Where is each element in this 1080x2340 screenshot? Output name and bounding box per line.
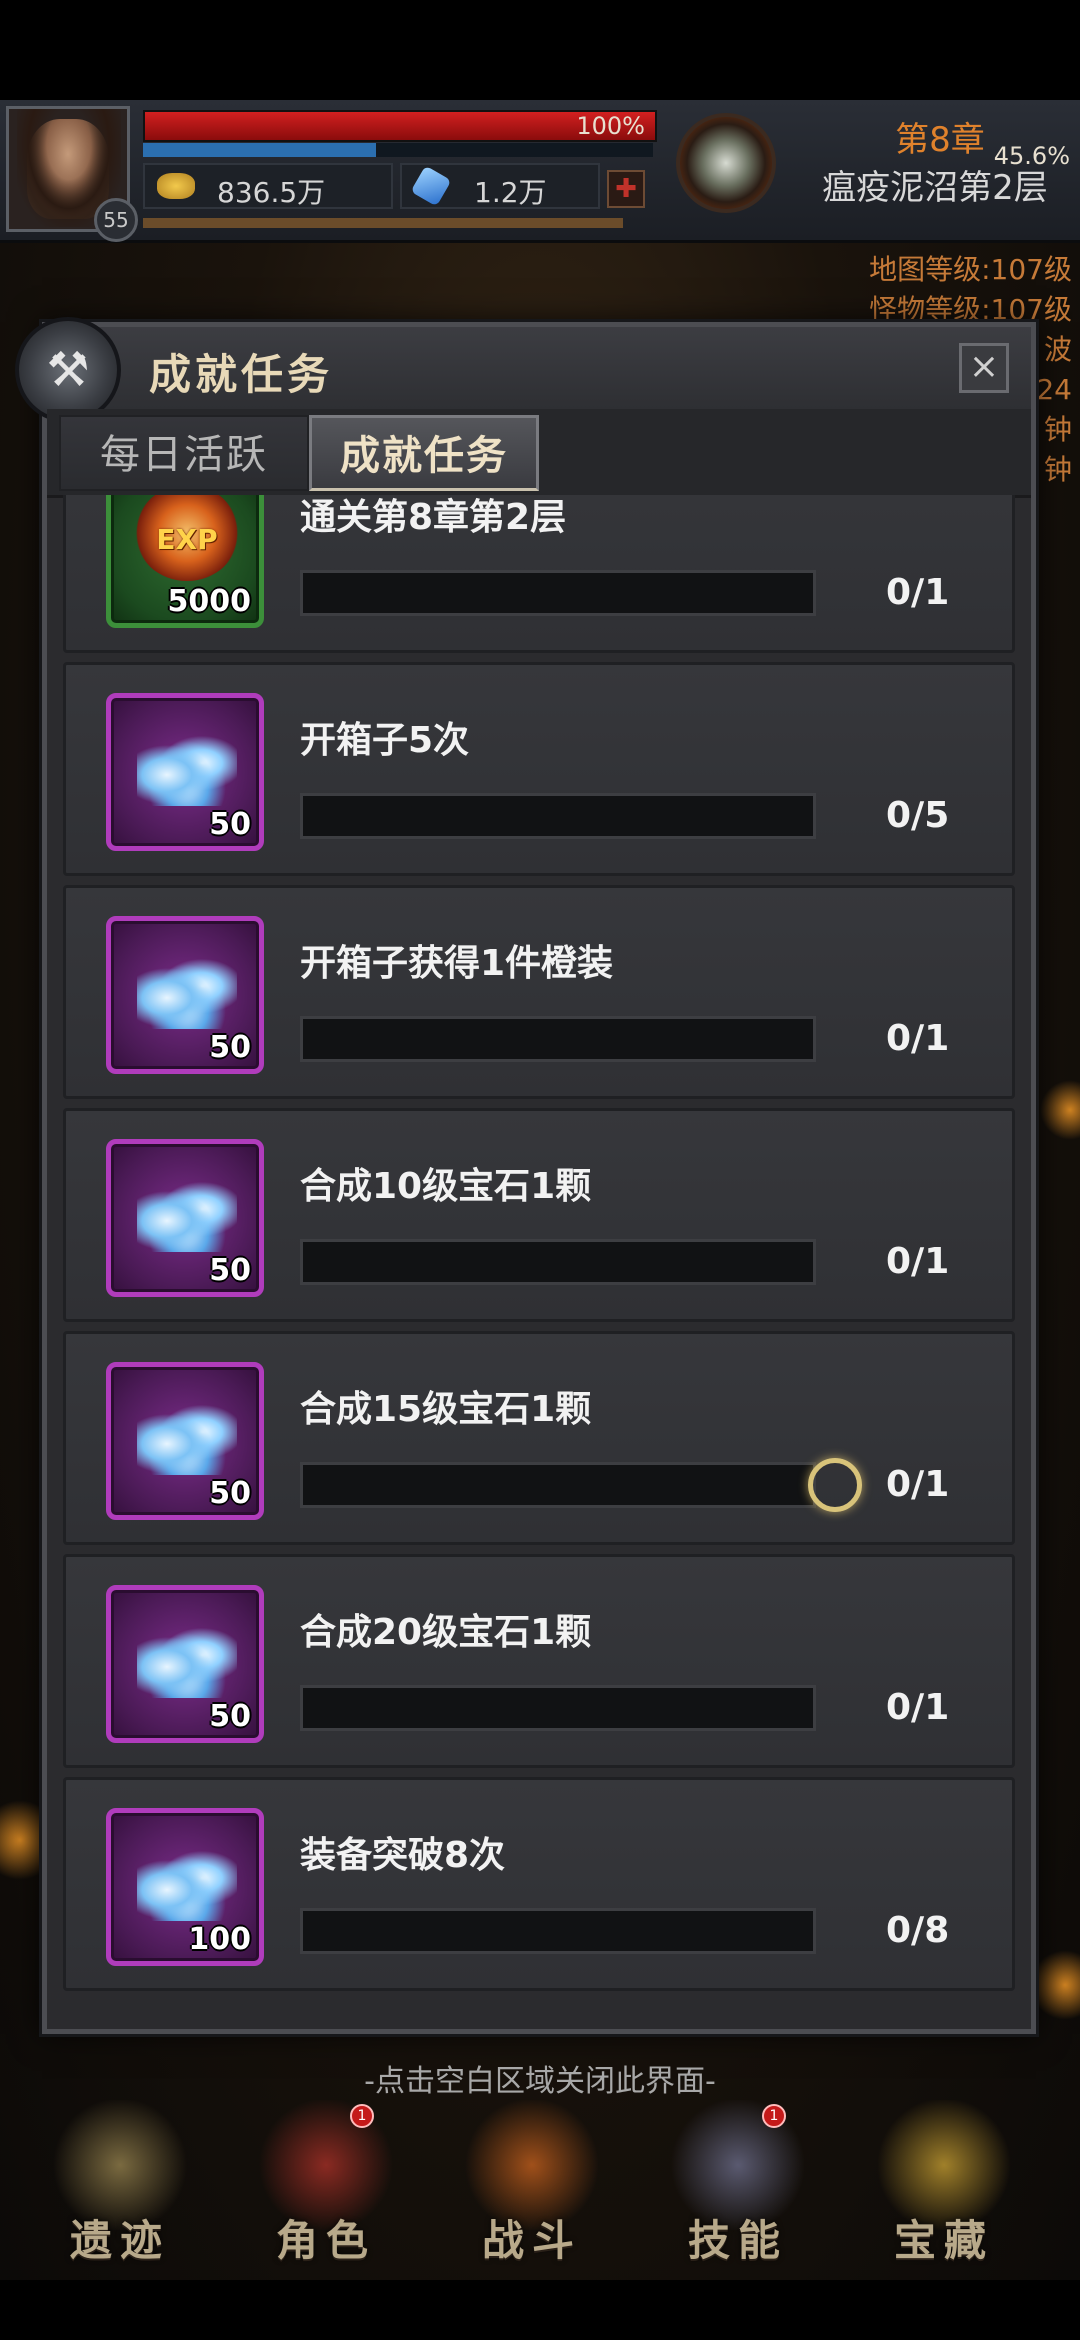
task-progress-text: 0/1 (886, 1018, 950, 1059)
task-progress-bar (300, 1685, 816, 1731)
reward-quantity: 50 (209, 1699, 251, 1734)
blue-gem-icon (410, 165, 452, 207)
task-progress-bar (300, 1908, 816, 1954)
reward-quantity: 50 (209, 1476, 251, 1511)
task-name: 装备突破8次 (300, 1835, 506, 1876)
close-icon: × (968, 346, 1000, 387)
gem-counter[interactable]: 1.2万 (400, 163, 600, 209)
gem-pile-icon (137, 1843, 237, 1921)
nav-label: 战斗 (481, 2216, 582, 2265)
tab-bar: 每日活跃 成就任务 (47, 409, 1031, 498)
notification-badge: 1 (762, 2104, 786, 2128)
reward-slot[interactable]: EXP 5000 (106, 495, 264, 628)
task-progress-bar (300, 1016, 816, 1062)
achievement-dialog: ⚒ 成就任务 × 每日活跃 成就任务 EXP 5000 通关第8章第2层 0/1 50 开… (15, 317, 1036, 2034)
task-name: 开箱子获得1件橙装 (300, 943, 614, 984)
chapter-title: 第8章 (895, 120, 985, 160)
task-name: 合成15级宝石1颗 (300, 1389, 592, 1430)
bottom-navigation: 遗迹 1 角色 战斗 1 技能 宝藏 (0, 2090, 1080, 2280)
task-progress-bar (300, 1239, 816, 1285)
tab-achievement-tasks[interactable]: 成就任务 (309, 415, 539, 491)
ember-effect (1040, 1080, 1080, 1140)
reward-slot[interactable]: 50 (106, 1139, 264, 1297)
reward-slot[interactable]: 50 (106, 693, 264, 851)
dialog-header: ⚒ 成就任务 × (15, 317, 1031, 423)
task-progress-text: 0/1 (886, 572, 950, 613)
tab-daily-activity[interactable]: 每日活跃 (59, 415, 309, 491)
task-progress-bar (300, 793, 816, 839)
task-row[interactable]: EXP 5000 通关第8章第2层 0/1 (63, 495, 1015, 653)
nav-label: 技能 (687, 2216, 788, 2265)
reward-quantity: 50 (209, 807, 251, 842)
nav-label: 角色 (275, 2216, 376, 2265)
gem-pile-icon (137, 1620, 237, 1698)
portal-orb-icon[interactable] (676, 113, 776, 213)
gem-pile-icon (137, 1397, 237, 1475)
task-name: 合成10级宝石1颗 (300, 1166, 592, 1207)
close-button[interactable]: × (959, 343, 1009, 393)
gem-amount: 1.2万 (474, 176, 547, 209)
task-list[interactable]: EXP 5000 通关第8章第2层 0/1 50 开箱子5次 0/5 50 开箱子获得1件橙装 0… (63, 495, 1015, 1995)
gem-pile-icon (137, 1174, 237, 1252)
nav-label: 遗迹 (69, 2216, 170, 2265)
nav-item[interactable]: 宝藏 (844, 2090, 1044, 2280)
task-name: 合成20级宝石1颗 (300, 1612, 592, 1653)
gem-pile-icon (137, 951, 237, 1029)
ember-effect (1030, 1950, 1080, 2020)
nav-item[interactable]: 战斗 (432, 2090, 632, 2280)
hammer-emblem-icon: ⚒ (15, 317, 121, 423)
task-name: 通关第8章第2层 (300, 497, 567, 538)
xp-bar (143, 143, 653, 157)
gold-coin-icon (157, 173, 195, 199)
task-progress-text: 0/1 (886, 1241, 950, 1282)
reward-slot[interactable]: 50 (106, 1585, 264, 1743)
reward-quantity: 5000 (167, 584, 252, 619)
nav-item[interactable]: 1 角色 (226, 2090, 426, 2280)
gem-pile-icon (137, 728, 237, 806)
nav-label: 宝藏 (893, 2216, 994, 2265)
task-row[interactable]: 50 开箱子获得1件橙装 0/1 (63, 885, 1015, 1099)
tap-indicator (808, 1458, 862, 1512)
gold-counter[interactable]: 836.5万 (143, 163, 393, 209)
xp-bar-fill (143, 143, 376, 157)
task-row[interactable]: 50 合成15级宝石1颗 0/1 (63, 1331, 1015, 1545)
reward-slot[interactable]: 100 (106, 1808, 264, 1966)
map-level: 地图等级:107级 (869, 253, 1072, 286)
task-row[interactable]: 50 开箱子5次 0/5 (63, 662, 1015, 876)
rune-settings-icon[interactable]: ✚ (607, 170, 645, 208)
stage-title: 瘟疫泥沼第2层 (822, 168, 1048, 208)
task-progress-text: 0/5 (886, 795, 950, 836)
dialog-title: 成就任务 (149, 350, 334, 399)
task-progress-bar (300, 1462, 816, 1508)
notification-badge: 1 (350, 2104, 374, 2128)
task-row[interactable]: 50 合成20级宝石1颗 0/1 (63, 1554, 1015, 1768)
level-badge: 55 (94, 198, 138, 242)
reward-quantity: 50 (209, 1030, 251, 1065)
system-bar (0, 2280, 1080, 2340)
experience-strip (143, 218, 623, 228)
hp-bar: 100% (143, 110, 657, 142)
task-progress-bar (300, 570, 816, 616)
task-name: 开箱子5次 (300, 720, 470, 761)
nav-item[interactable]: 遗迹 (20, 2090, 220, 2280)
reward-slot[interactable]: 50 (106, 1362, 264, 1520)
hp-percent: 100% (576, 112, 645, 140)
task-progress-text: 0/1 (886, 1464, 950, 1505)
task-progress-text: 0/8 (886, 1910, 950, 1951)
nav-item[interactable]: 1 技能 (638, 2090, 838, 2280)
reward-quantity: 100 (188, 1922, 251, 1957)
task-progress-text: 0/1 (886, 1687, 950, 1728)
task-row[interactable]: 50 合成10级宝石1颗 0/1 (63, 1108, 1015, 1322)
exp-icon-label: EXP (156, 523, 218, 556)
reward-quantity: 50 (209, 1253, 251, 1288)
reward-slot[interactable]: 50 (106, 916, 264, 1074)
gold-amount: 836.5万 (217, 176, 326, 209)
task-row[interactable]: 100 装备突破8次 0/8 (63, 1777, 1015, 1991)
